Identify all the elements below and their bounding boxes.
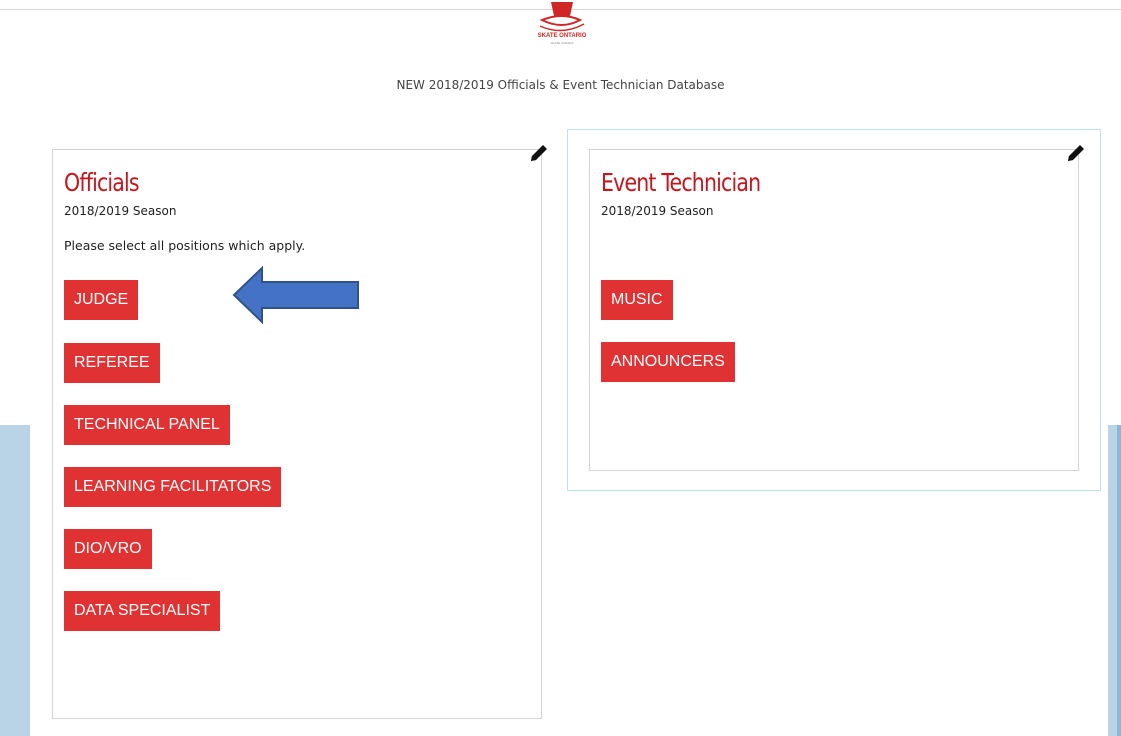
learning-facilitators-button[interactable]: LEARNING FACILITATORS <box>64 467 282 507</box>
announcers-button[interactable]: ANNOUNCERS <box>601 342 735 382</box>
skate-ontario-logo[interactable]: SKATE ONTARIO SKATE CANADA <box>532 0 592 48</box>
data-specialist-button[interactable]: DATA SPECIALIST <box>64 591 221 631</box>
logo-skate-icon <box>539 2 585 32</box>
left-arrow-annotation-icon <box>232 265 360 325</box>
background-ice-left <box>0 425 30 736</box>
logo-text: SKATE ONTARIO <box>537 33 587 39</box>
logo-subtext: SKATE CANADA <box>550 41 574 45</box>
background-ice-edge <box>1117 425 1121 736</box>
event-technician-season: 2018/2019 Season <box>601 204 714 218</box>
page-subtitle: NEW 2018/2019 Officials & Event Technici… <box>396 78 725 92</box>
music-button[interactable]: MUSIC <box>601 280 673 320</box>
event-technician-panel: Event Technician 2018/2019 Season MUSIC … <box>589 145 1084 471</box>
officials-panel: Officials 2018/2019 Season Please select… <box>52 145 547 719</box>
officials-instruction: Please select all positions which apply. <box>64 238 306 253</box>
dio-vro-button[interactable]: DIO/VRO <box>64 529 152 569</box>
judge-button[interactable]: JUDGE <box>64 280 139 320</box>
officials-season: 2018/2019 Season <box>64 204 177 218</box>
technical-panel-button[interactable]: TECHNICAL PANEL <box>64 405 230 445</box>
event-technician-edit-pencil-icon[interactable] <box>1065 142 1087 164</box>
event-technician-title: Event Technician <box>601 168 761 197</box>
officials-edit-pencil-icon[interactable] <box>528 142 550 164</box>
referee-button[interactable]: REFEREE <box>64 343 160 383</box>
officials-title: Officials <box>64 168 140 197</box>
